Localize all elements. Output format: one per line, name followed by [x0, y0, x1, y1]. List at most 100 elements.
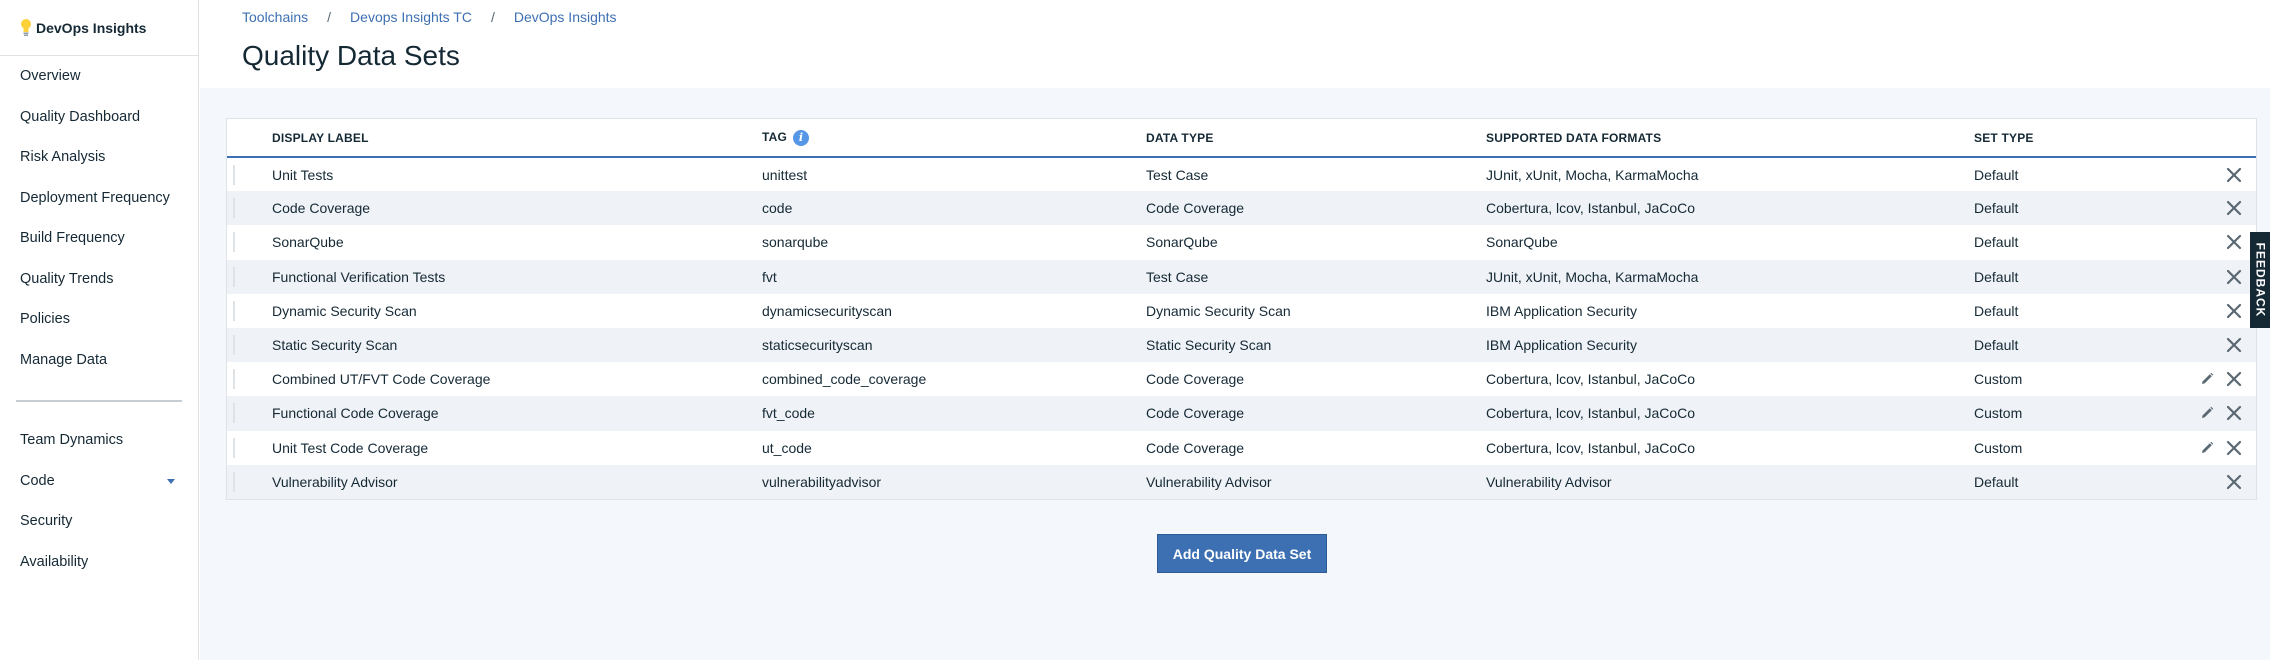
cell-data-type: Code Coverage [1146, 439, 1245, 456]
table-row[interactable]: Vulnerability Advisor vulnerabilityadviso… [227, 464, 2256, 499]
sidebar-item-overview[interactable]: Overview [0, 56, 198, 97]
cell-tag: fvt [762, 268, 777, 285]
cell-supported-data-formats: SonarQube [1486, 234, 1558, 251]
table-row[interactable]: Functional Verification Tests fvt Test Cas… [227, 259, 2256, 294]
cell-supported-data-formats: Cobertura, lcov, Istanbul, JaCoCo [1486, 200, 1696, 217]
close-icon[interactable] [2226, 337, 2242, 353]
table-row[interactable]: SonarQube sonarqube SonarQube SonarQube Defa… [227, 225, 2256, 259]
drag-handle[interactable] [227, 396, 272, 430]
cell-supported-data-formats: Cobertura, lcov, Istanbul, JaCoCo [1486, 405, 1696, 422]
sidebar-item-security[interactable]: Security [0, 501, 198, 542]
cell-data-type: Static Security Scan [1146, 337, 1272, 354]
sidebar-item-manage-data[interactable]: Manage Data [0, 340, 198, 381]
sidebar-item-team-dynamics[interactable]: Team Dynamics [0, 420, 198, 461]
info-icon[interactable]: i [793, 129, 810, 146]
sidebar: DevOps Insights Overview Quality Dashboa… [0, 0, 199, 660]
close-icon[interactable] [2226, 269, 2242, 285]
column-tag[interactable]: TAG i [762, 119, 1146, 157]
cell-display-label: SonarQube [272, 234, 344, 251]
cell-display-label: Unit Tests [272, 166, 334, 183]
sidebar-item-label: Security [20, 513, 73, 530]
table-row[interactable]: Functional Code Coverage fvt_code Code Cov… [227, 396, 2256, 431]
breadcrumb-separator: / [490, 9, 495, 25]
sidebar-item-availability[interactable]: Availability [0, 542, 198, 583]
pencil-icon[interactable] [2200, 441, 2214, 455]
drag-handle[interactable] [227, 157, 272, 191]
feedback-label: FEEDBACK [2253, 242, 2268, 318]
close-icon[interactable] [2226, 474, 2242, 490]
column-set-type[interactable]: SET TYPE [1974, 119, 2194, 157]
feedback-tab[interactable]: FEEDBACK [2250, 232, 2270, 328]
pencil-icon[interactable] [2200, 406, 2214, 420]
drag-handle-bar [233, 403, 235, 424]
pencil-icon[interactable] [2200, 372, 2214, 386]
drag-handle[interactable] [227, 191, 272, 225]
sidebar-item-deployment-frequency[interactable]: Deployment Frequency [0, 178, 198, 219]
table-row[interactable]: Combined UT/FVT Code Coverage combined_co… [227, 362, 2256, 396]
sidebar-item-build-frequency[interactable]: Build Frequency [0, 218, 198, 259]
cell-data-type: Code Coverage [1146, 405, 1245, 422]
drag-handle[interactable] [227, 260, 272, 294]
drag-handle[interactable] [227, 431, 272, 465]
column-display-label[interactable]: DISPLAY LABEL [272, 119, 762, 157]
cell-supported-data-formats: IBM Application Security [1486, 337, 1637, 354]
add-quality-data-set-button[interactable]: Add Quality Data Set [1157, 534, 1327, 573]
cell-supported-data-formats: Cobertura, lcov, Istanbul, JaCoCo [1486, 439, 1696, 456]
sidebar-item-code[interactable]: Code [0, 461, 198, 502]
table-row[interactable]: Dynamic Security Scan dynamicsecurityscan… [227, 294, 2256, 328]
table-row[interactable]: Code Coverage code Code Coverage Cobertura,… [227, 191, 2256, 226]
drag-handle[interactable] [227, 465, 272, 499]
cell-tag: dynamicsecurityscan [762, 302, 892, 319]
close-icon[interactable] [2226, 440, 2242, 456]
cell-data-type: Test Case [1146, 166, 1209, 183]
column-data-type[interactable]: DATA TYPE [1146, 119, 1486, 157]
sidebar-item-quality-trends[interactable]: Quality Trends [0, 259, 198, 300]
cell-tag: fvt_code [762, 405, 815, 422]
sidebar-divider [16, 400, 182, 402]
column-actions [2194, 119, 2256, 157]
drag-handle-bar [233, 198, 235, 219]
close-icon[interactable] [2226, 167, 2242, 183]
column-handle [227, 119, 272, 157]
sidebar-item-label: Build Frequency [20, 230, 125, 247]
cell-supported-data-formats: Vulnerability Advisor [1486, 473, 1612, 490]
cell-set-type: Custom [1974, 371, 2023, 388]
main-content: DISPLAY LABEL TAG i DATA TYPE SUPPORTED D… [200, 88, 2270, 660]
table-row[interactable]: Unit Tests unittest Test Case JUnit, xUnit,… [227, 157, 2256, 191]
row-actions [2194, 294, 2256, 328]
column-supported-data-formats[interactable]: SUPPORTED DATA FORMATS [1486, 119, 1974, 157]
close-icon[interactable] [2226, 303, 2242, 319]
sidebar-item-policies[interactable]: Policies [0, 299, 198, 340]
sidebar-item-label: Quality Dashboard [20, 108, 141, 125]
breadcrumb-devops-insights[interactable]: DevOps Insights [514, 9, 617, 25]
drag-handle[interactable] [227, 328, 272, 362]
drag-handle[interactable] [227, 294, 272, 328]
drag-handle[interactable] [227, 362, 272, 396]
drag-handle-bar [233, 334, 235, 355]
lightbulb-icon [21, 18, 31, 36]
table-row[interactable]: Static Security Scan staticsecurityscan St… [227, 327, 2256, 363]
row-actions [2194, 431, 2256, 465]
cell-display-label: Combined UT/FVT Code Coverage [272, 371, 491, 388]
close-icon[interactable] [2226, 200, 2242, 216]
cell-tag: staticsecurityscan [762, 337, 873, 354]
column-tag-label: TAG [762, 129, 788, 144]
drag-handle[interactable] [227, 225, 272, 259]
row-actions [2194, 191, 2256, 225]
data-sets-table: DISPLAY LABEL TAG i DATA TYPE SUPPORTED D… [226, 118, 2257, 500]
row-actions [2194, 396, 2256, 430]
sidebar-item-quality-dashboard[interactable]: Quality Dashboard [0, 97, 198, 138]
breadcrumb-devops-insights-tc[interactable]: Devops Insights TC [350, 9, 472, 25]
cell-display-label: Code Coverage [272, 200, 371, 217]
table-row[interactable]: Unit Test Code Coverage ut_code Code Cover… [227, 431, 2256, 465]
row-actions [2194, 362, 2256, 396]
cell-set-type: Custom [1974, 439, 2023, 456]
close-icon[interactable] [2226, 371, 2242, 387]
brand[interactable]: DevOps Insights [0, 0, 198, 56]
breadcrumb-toolchains[interactable]: Toolchains [242, 9, 308, 25]
close-icon[interactable] [2226, 234, 2242, 250]
sidebar-item-risk-analysis[interactable]: Risk Analysis [0, 137, 198, 178]
chevron-down-icon[interactable] [167, 478, 175, 484]
cell-tag: combined_code_coverage [762, 371, 927, 388]
close-icon[interactable] [2226, 405, 2242, 421]
